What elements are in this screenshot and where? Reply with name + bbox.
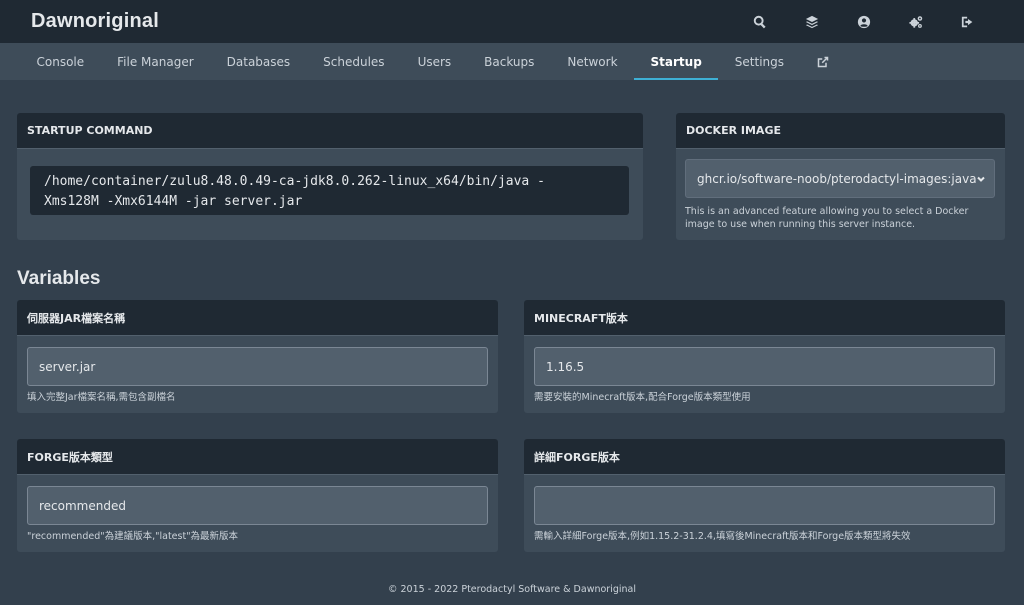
tab-network[interactable]: Network bbox=[551, 43, 634, 80]
command-line-2: Xms128M -Xmx6144M -jar server.jar bbox=[44, 194, 303, 209]
layers-icon[interactable] bbox=[786, 0, 838, 43]
docker-image-value: ghcr.io/software-noob/pterodactyl-images… bbox=[697, 171, 976, 186]
variable-card: 詳細FORGE版本 需輸入詳細Forge版本,例如1.15.2-31.2.4,填… bbox=[524, 439, 1005, 552]
external-link-icon bbox=[817, 56, 829, 67]
variable-input[interactable] bbox=[534, 347, 995, 386]
variable-card: FORGE版本類型 "recommended"為建議版本,"latest"為最新… bbox=[17, 439, 498, 552]
docker-image-help: This is an advanced feature allowing you… bbox=[685, 205, 968, 231]
app-title[interactable]: Dawnoriginal bbox=[31, 10, 159, 33]
tab-startup[interactable]: Startup bbox=[634, 43, 719, 80]
docker-help-line-1: This is an advanced feature allowing you… bbox=[685, 206, 969, 217]
command-line-1: /home/container/zulu8.48.0.49-ca-jdk8.0.… bbox=[44, 174, 545, 189]
variable-help: 需要安裝的Minecraft版本,配合Forge版本類型使用 bbox=[534, 392, 751, 403]
top-icons bbox=[734, 0, 994, 43]
docker-image-panel: DOCKER IMAGE ghcr.io/software-noob/ptero… bbox=[676, 113, 1005, 240]
docker-image-title: DOCKER IMAGE bbox=[676, 113, 1005, 149]
variable-title: 伺服器JAR檔案名稱 bbox=[17, 300, 498, 336]
footer-copyright: © 2015 - 2022 Pterodactyl Software & Daw… bbox=[387, 584, 636, 595]
tab-settings[interactable]: Settings bbox=[718, 43, 800, 80]
external-link-tab[interactable] bbox=[801, 43, 846, 80]
docker-image-select[interactable]: ghcr.io/software-noob/pterodactyl-images… bbox=[685, 159, 995, 198]
tab-databases[interactable]: Databases bbox=[210, 43, 307, 80]
user-circle-icon[interactable] bbox=[838, 0, 890, 43]
sign-out-icon[interactable] bbox=[942, 0, 994, 43]
variable-card: MINECRAFT版本 需要安裝的Minecraft版本,配合Forge版本類型… bbox=[524, 300, 1005, 413]
tab-console[interactable]: Console bbox=[20, 43, 101, 80]
cogs-icon[interactable] bbox=[890, 0, 942, 43]
variable-input[interactable] bbox=[27, 347, 488, 386]
variable-help: "recommended"為建議版本,"latest"為最新版本 bbox=[27, 531, 239, 542]
variable-help: 填入完整Jar檔案名稱,需包含副檔名 bbox=[27, 392, 176, 403]
top-bar: Dawnoriginal bbox=[0, 0, 1024, 43]
variable-title: FORGE版本類型 bbox=[17, 439, 498, 475]
tab-schedules[interactable]: Schedules bbox=[307, 43, 401, 80]
tab-backups[interactable]: Backups bbox=[468, 43, 551, 80]
variable-help: 需輸入詳細Forge版本,例如1.15.2-31.2.4,填寫後Minecraf… bbox=[534, 531, 911, 542]
server-nav: Console File Manager Databases Schedules… bbox=[0, 43, 1024, 80]
tab-file-manager[interactable]: File Manager bbox=[101, 43, 211, 80]
variables-heading: Variables bbox=[17, 268, 101, 289]
variable-title: 詳細FORGE版本 bbox=[524, 439, 1005, 475]
docker-help-line-2: image to use when running this server in… bbox=[685, 219, 916, 230]
variable-input[interactable] bbox=[534, 486, 995, 525]
variable-card: 伺服器JAR檔案名稱 填入完整Jar檔案名稱,需包含副檔名 bbox=[17, 300, 498, 413]
tab-users[interactable]: Users bbox=[401, 43, 468, 80]
variable-input[interactable] bbox=[27, 486, 488, 525]
startup-command-box: /home/container/zulu8.48.0.49-ca-jdk8.0.… bbox=[30, 166, 629, 215]
startup-command-panel: STARTUP COMMAND /home/container/zulu8.48… bbox=[17, 113, 643, 240]
startup-command-title: STARTUP COMMAND bbox=[17, 113, 643, 149]
chevron-down-icon bbox=[977, 176, 985, 182]
search-icon[interactable] bbox=[734, 0, 786, 43]
variable-title: MINECRAFT版本 bbox=[524, 300, 1005, 336]
